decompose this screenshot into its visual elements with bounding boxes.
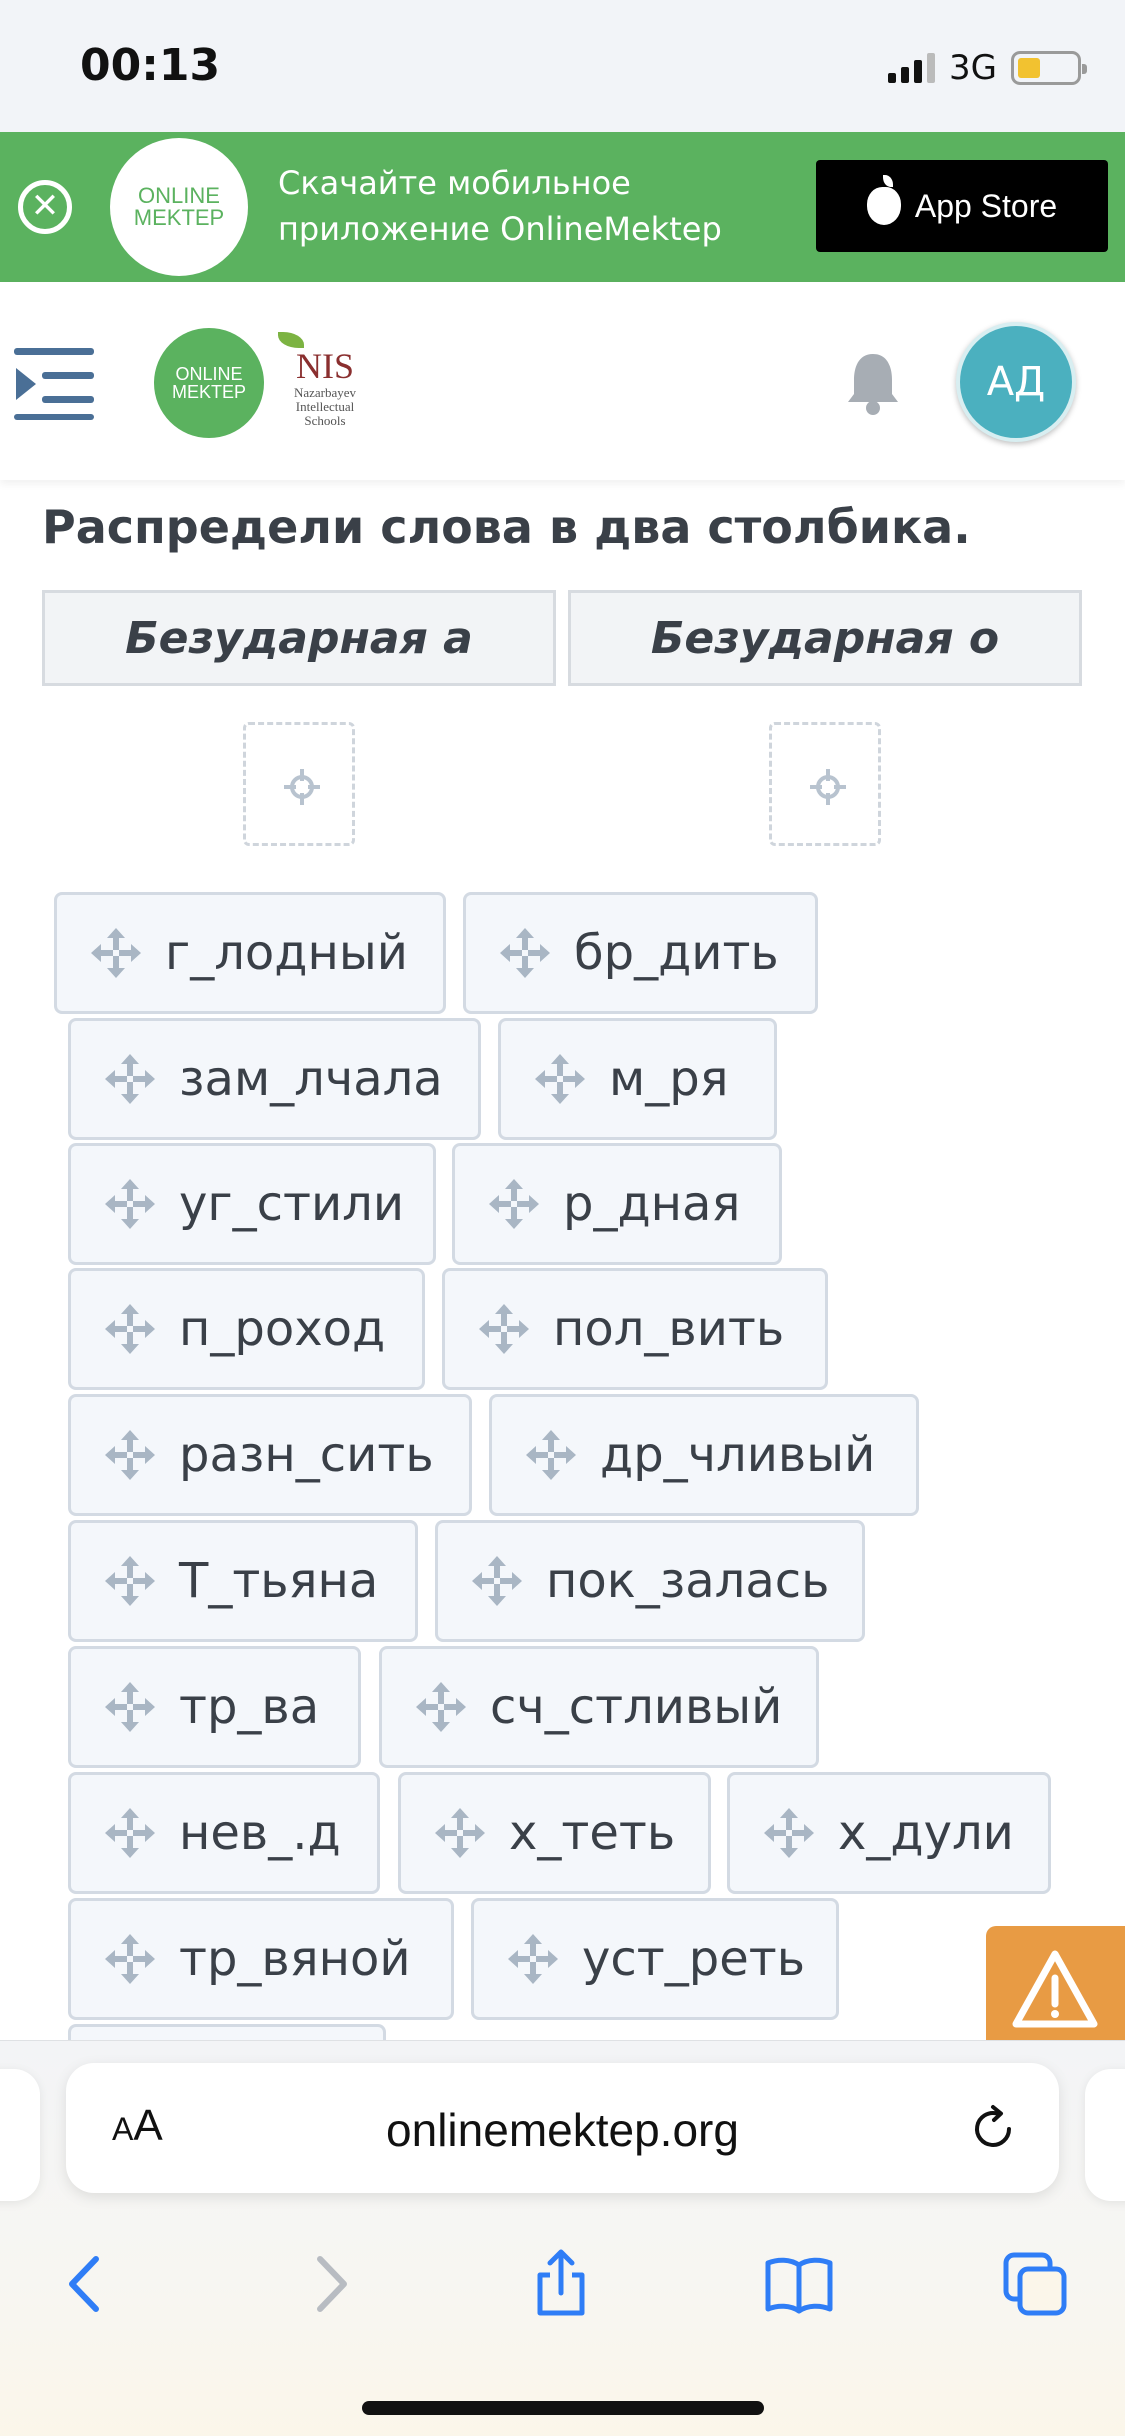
word-tile[interactable]: м_ря [498, 1018, 777, 1140]
address-bar[interactable]: AA onlinemektep.org [66, 2063, 1059, 2193]
drag-handle-icon [105, 1682, 155, 1732]
word-tile-label: м_ря [609, 1051, 729, 1107]
drag-handle-icon [105, 1304, 155, 1354]
drag-handle-icon [535, 1054, 585, 1104]
word-tile-partial[interactable] [68, 2024, 386, 2040]
word-tile-label: др_чливый [600, 1427, 876, 1483]
word-tile[interactable]: нев_.д [68, 1772, 380, 1894]
word-tile-label: пок_залась [546, 1553, 830, 1609]
word-tile[interactable]: уст_реть [471, 1898, 839, 2020]
word-tile[interactable]: разн_сить [68, 1394, 472, 1516]
word-tile-label: пол_вить [553, 1301, 785, 1357]
column-header-o: Безударная о [568, 590, 1082, 686]
promo-text: Скачайте мобильное приложение OnlineMekt… [278, 164, 722, 248]
share-icon[interactable] [526, 2249, 596, 2319]
word-tile[interactable]: сч_стливый [379, 1646, 819, 1768]
drag-handle-icon [526, 1430, 576, 1480]
nis-logo: NIS Nazarbayev Intellectual Schools [270, 332, 380, 442]
drag-handle-icon [479, 1304, 529, 1354]
previous-tab-preview[interactable] [0, 2069, 40, 2201]
reload-icon[interactable] [967, 2103, 1019, 2155]
drag-handle-icon [500, 928, 550, 978]
word-tile[interactable]: тр_ва [68, 1646, 361, 1768]
word-tile-label: уст_реть [582, 1931, 806, 1987]
word-tile-label: п_роход [179, 1301, 386, 1357]
drag-handle-icon [105, 1179, 155, 1229]
word-tile[interactable]: пол_вить [442, 1268, 828, 1390]
bell-icon[interactable] [844, 350, 902, 418]
browser-toolbar [0, 2231, 1125, 2331]
word-tile[interactable]: уг_стили [68, 1143, 436, 1265]
onlinemektep-logo[interactable]: ONLINE MEKTEP [154, 328, 264, 438]
word-tile-label: р_дная [563, 1176, 741, 1232]
word-tile[interactable]: п_роход [68, 1268, 425, 1390]
word-tile[interactable]: тр_вяной [68, 1898, 454, 2020]
word-tile[interactable]: бр_дить [463, 892, 818, 1014]
word-tile[interactable]: Т_тьяна [68, 1520, 418, 1642]
word-tile-label: зам_лчала [179, 1051, 443, 1107]
word-tile-label: бр_дить [574, 925, 779, 981]
signal-icon [888, 53, 936, 83]
word-tile[interactable]: г_лодный [54, 892, 446, 1014]
battery-icon [1011, 51, 1087, 85]
word-tile-label: уг_стили [179, 1176, 405, 1232]
word-tile[interactable]: р_дная [452, 1143, 782, 1265]
word-tile-label: Т_тьяна [179, 1553, 379, 1609]
forward-icon[interactable] [294, 2249, 364, 2319]
drag-handle-icon [416, 1682, 466, 1732]
drag-handle-icon [489, 1179, 539, 1229]
drag-handle-icon [105, 1054, 155, 1104]
word-tile-label: тр_ва [179, 1679, 320, 1735]
word-tile-label: х_теть [509, 1805, 676, 1861]
drag-handle-icon [105, 1430, 155, 1480]
browser-chrome: AA onlinemektep.org [0, 2040, 1125, 2436]
menu-icon[interactable] [14, 348, 94, 420]
avatar[interactable]: АД [956, 322, 1076, 442]
bookmarks-icon[interactable] [764, 2249, 834, 2319]
url-text: onlinemektep.org [386, 2104, 739, 2156]
word-tile[interactable]: х_дули [727, 1772, 1051, 1894]
status-bar: 00:13 3G [0, 0, 1125, 132]
word-tile-label: разн_сить [179, 1427, 434, 1483]
drag-handle-icon [764, 1808, 814, 1858]
word-tile[interactable]: х_теть [398, 1772, 711, 1894]
network-label: 3G [949, 48, 997, 88]
word-tile-label: г_лодный [165, 925, 408, 981]
home-indicator [362, 2401, 764, 2415]
status-indicators: 3G [888, 48, 1087, 88]
tabs-icon[interactable] [1000, 2249, 1070, 2319]
back-icon[interactable] [52, 2249, 122, 2319]
drag-handle-icon [105, 1808, 155, 1858]
app-store-button[interactable]: App Store [816, 160, 1108, 252]
close-icon[interactable]: ✕ [18, 180, 72, 234]
drag-handle-icon [472, 1556, 522, 1606]
drag-handle-icon [91, 928, 141, 978]
drag-handle-icon [508, 1934, 558, 1984]
drop-zone-o[interactable] [769, 722, 881, 846]
onlinemektep-logo: ONLINE MEKTEP [110, 138, 248, 276]
drag-handle-icon [435, 1808, 485, 1858]
word-tile-label: нев_.д [179, 1805, 341, 1861]
warning-icon [1012, 1950, 1098, 2028]
drop-zone-a[interactable] [243, 722, 355, 846]
apple-icon [866, 175, 901, 225]
crosshair-icon [810, 769, 846, 805]
drag-handle-icon [105, 1934, 155, 1984]
crosshair-icon [284, 769, 320, 805]
task-title: Распредели слова в два столбика. [42, 500, 971, 554]
status-time: 00:13 [80, 40, 221, 91]
word-tile[interactable]: др_чливый [489, 1394, 919, 1516]
drag-handle-icon [105, 1556, 155, 1606]
column-header-a: Безударная а [42, 590, 556, 686]
next-tab-preview[interactable] [1085, 2069, 1125, 2201]
word-tile-label: тр_вяной [179, 1931, 411, 1987]
word-tile-label: х_дули [838, 1805, 1014, 1861]
word-tile[interactable]: зам_лчала [68, 1018, 481, 1140]
report-problem-button[interactable] [986, 1926, 1125, 2040]
word-tile[interactable]: пок_залась [435, 1520, 865, 1642]
app-promo-banner: ✕ ONLINE MEKTEP Скачайте мобильное прило… [0, 132, 1125, 282]
word-tile-label: сч_стливый [490, 1679, 783, 1735]
site-header: ONLINE MEKTEP NIS Nazarbayev Intellectua… [0, 282, 1125, 480]
